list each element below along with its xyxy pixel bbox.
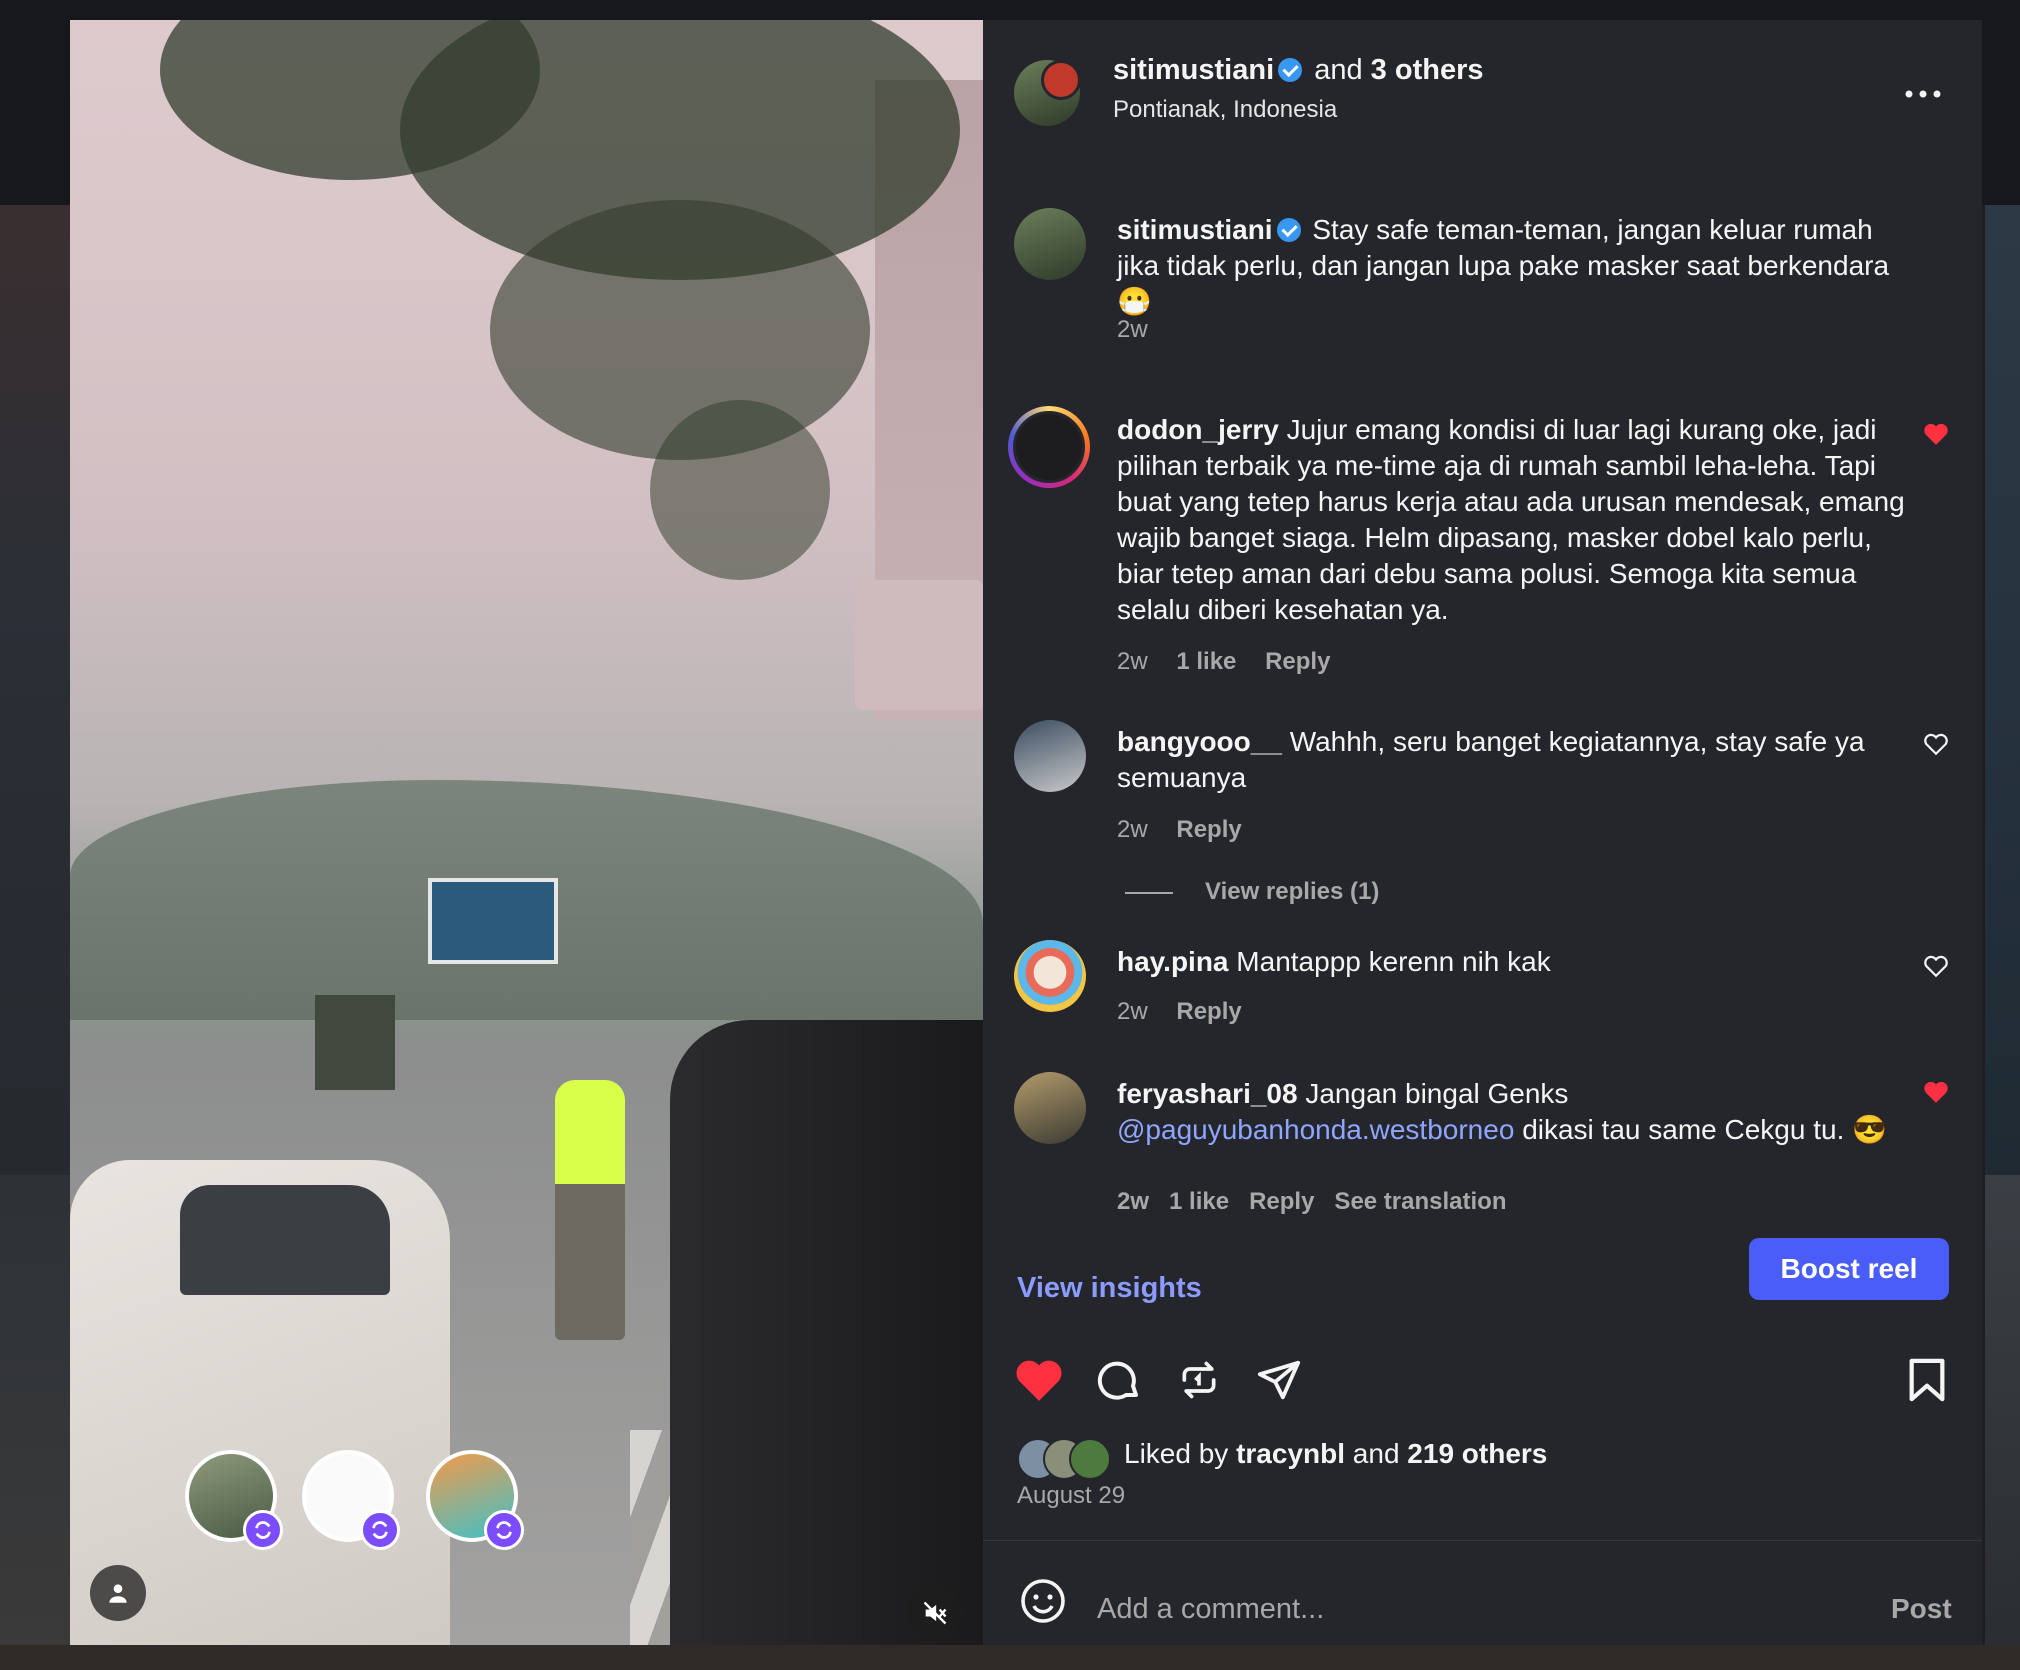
smiley-icon [1021, 1579, 1065, 1623]
collaborator-avatar[interactable] [426, 1450, 524, 1550]
more-horizontal-icon[interactable] [1903, 84, 1943, 104]
heart-outline-icon[interactable] [1923, 954, 1949, 978]
verified-badge-icon [1278, 58, 1303, 82]
likes-count[interactable]: 219 others [1407, 1438, 1547, 1469]
like-button[interactable] [1011, 1352, 1067, 1408]
billboard [428, 878, 558, 964]
reply-button[interactable]: Reply [1176, 816, 1241, 843]
heart-filled-icon [1016, 1360, 1062, 1401]
mute-button[interactable] [907, 1585, 963, 1641]
collaborator-avatar-small [1041, 60, 1081, 100]
heart-filled-icon[interactable] [1923, 422, 1949, 446]
truck [315, 995, 395, 1090]
comment-text: Jangan bingal Genks [1305, 1078, 1569, 1109]
comment-text: Mantappp kerenn nih kak [1236, 946, 1551, 977]
comment-input[interactable]: Add a comment... [1097, 1593, 1324, 1626]
collab-others[interactable]: 3 others [1371, 54, 1484, 86]
collab-prefix: and [1314, 54, 1363, 86]
post-date: August 29 [1017, 1482, 1126, 1509]
post-details-panel: sitimustiani and 3 others Pontianak, Ind… [983, 20, 1982, 1645]
repost-icon [1182, 1361, 1216, 1399]
background-post-tile [0, 1175, 70, 1655]
commenter-avatar[interactable] [1014, 720, 1086, 792]
repost-icon [484, 1510, 524, 1550]
comment-bubble-icon [1097, 1361, 1138, 1400]
reply-button[interactable]: Reply [1265, 648, 1330, 675]
comment-age: 2w [1117, 998, 1148, 1025]
repost-icon [360, 1510, 400, 1550]
heart-outline-icon[interactable] [1923, 732, 1949, 756]
bookmark-icon [1909, 1358, 1945, 1402]
author-username[interactable]: sitimustiani [1113, 54, 1274, 86]
comment-age: 2w [1117, 648, 1148, 675]
person-icon [109, 1584, 127, 1603]
post-header: sitimustiani and 3 others Pontianak, Ind… [983, 20, 1982, 170]
reply-button[interactable]: Reply [1176, 998, 1241, 1025]
background-post-row [0, 1645, 2020, 1670]
crowd [670, 1020, 983, 1645]
comment-username[interactable]: feryashari_08 [1117, 1078, 1298, 1109]
comments-list: sitimustiani Stay safe teman-teman, jang… [983, 170, 1982, 1215]
view-insights-link[interactable]: View insights [1017, 1272, 1202, 1305]
comment-username[interactable]: hay.pina [1117, 946, 1229, 977]
traffic-officer [555, 1080, 625, 1340]
comment-text: dikasi tau same Cekgu tu. 😎 [1522, 1114, 1887, 1145]
liked-by-user[interactable]: tracynbl [1236, 1438, 1345, 1469]
comment-button[interactable] [1091, 1352, 1147, 1408]
speaker-muted-icon [923, 1601, 947, 1625]
repost-button[interactable] [1171, 1352, 1227, 1408]
paper-plane-icon [1257, 1360, 1301, 1400]
reel-video[interactable] [70, 20, 983, 1645]
commenter-avatar[interactable] [1014, 1072, 1086, 1144]
post-comment-button[interactable]: Post [1891, 1593, 1952, 1625]
collaborator-avatar[interactable] [302, 1450, 400, 1550]
emoji-button[interactable] [1015, 1573, 1071, 1629]
comment-meta-partial: 2w 1 like Reply See translation [1117, 1188, 1507, 1215]
verified-badge-icon [1276, 218, 1301, 242]
comment-username[interactable]: bangyooo__ [1117, 726, 1282, 757]
commenter-avatar[interactable] [1013, 411, 1085, 483]
replies-divider [1125, 892, 1173, 894]
post-location[interactable]: Pontianak, Indonesia [1113, 96, 1337, 124]
share-button[interactable] [1251, 1352, 1307, 1408]
repost-icon [243, 1510, 283, 1550]
background-post-tile [1985, 205, 2020, 1175]
commenter-avatar[interactable] [1014, 208, 1086, 280]
liker-avatars[interactable] [1017, 1438, 1127, 1480]
comment-age: 2w [1117, 316, 1148, 343]
comment-username[interactable]: dodon_jerry [1117, 414, 1279, 445]
heart-filled-icon[interactable] [1923, 1080, 1949, 1104]
collaborator-avatar[interactable] [185, 1450, 283, 1550]
comment-age: 2w [1117, 816, 1148, 843]
background-post-tile [1985, 1175, 2020, 1655]
liked-by: Liked by tracynbl and 219 others [1124, 1438, 1548, 1469]
view-replies-button[interactable]: View replies (1) [1205, 878, 1379, 906]
tagged-users-button[interactable] [90, 1565, 146, 1621]
comment-likes[interactable]: 1 like [1176, 648, 1236, 675]
background-post-tile [0, 205, 70, 1175]
comment-text: Jujur emang kondisi di luar lagi kurang … [1117, 414, 1905, 625]
commenter-avatar[interactable] [1014, 940, 1086, 1012]
user-mention-link[interactable]: @paguyubanhonda.westborneo [1117, 1114, 1514, 1145]
boost-reel-button[interactable]: Boost reel [1749, 1238, 1949, 1300]
comment-username[interactable]: sitimustiani [1117, 214, 1273, 245]
save-button[interactable] [1899, 1352, 1955, 1408]
